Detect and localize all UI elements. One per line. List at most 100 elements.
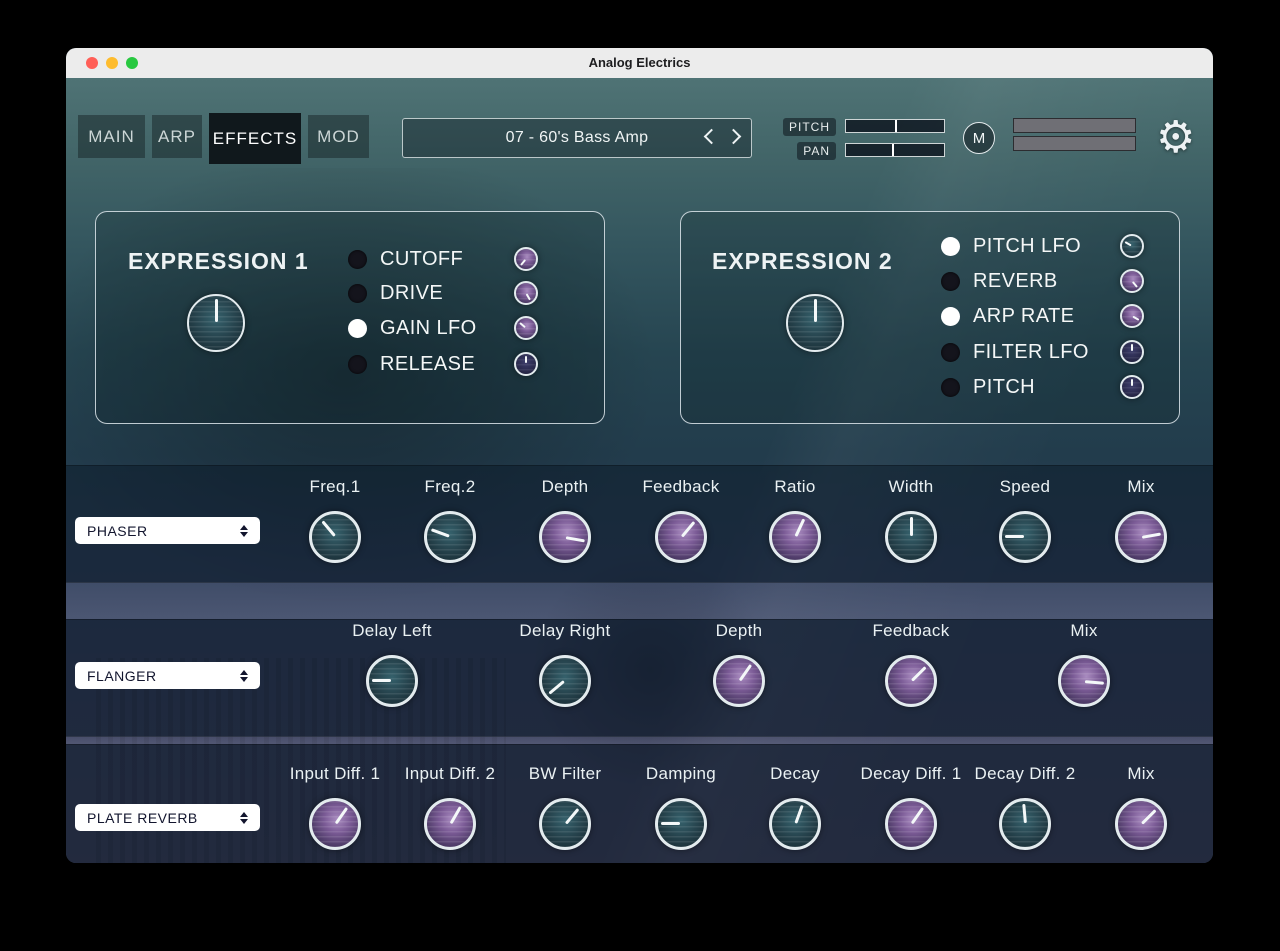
fx-knob[interactable] [885,511,937,563]
knob-pointer [512,314,540,342]
fx-knob-unit: Depth [510,476,620,563]
fx-knob[interactable] [885,798,937,850]
knob-pointer [766,795,825,854]
fx-knob-label: Freq.2 [424,477,476,496]
tab-main[interactable]: MAIN [78,115,145,158]
fx-knob-label: Ratio [774,477,816,496]
option-radio[interactable] [348,354,367,374]
fx-knob[interactable] [1058,655,1110,707]
fx-knob[interactable] [424,511,476,563]
fx-selector-label: FLANGER [87,667,157,684]
expression-2-macro-knob[interactable] [786,294,844,352]
fx-knob-unit: Feedback [626,476,736,563]
option-knob[interactable] [514,352,538,376]
fx-knob[interactable] [366,655,418,707]
fx-knob[interactable] [769,511,821,563]
knob-pointer [1059,656,1109,706]
knob-pointer [1118,302,1145,329]
option-knob[interactable] [514,281,538,305]
pitch-slider-marker [895,120,897,132]
fx-knob-unit: Input Diff. 2 [395,763,505,850]
option-label: FILTER LFO [973,340,1089,363]
tab-arp[interactable]: ARP [152,115,202,158]
knob-pointer [533,792,598,857]
expression-option-row: DRIVE [348,279,443,307]
main-nav: MAIN ARP EFFECTS MOD [78,113,369,164]
option-radio[interactable] [348,318,367,338]
fx-knob[interactable] [309,511,361,563]
pitch-slider[interactable] [845,119,945,133]
knob-pointer [1114,510,1167,563]
settings-gear-icon[interactable]: ⚙ [1156,116,1195,160]
dropdown-arrows-icon [240,812,248,824]
preset-next-icon[interactable] [725,128,742,145]
option-knob[interactable] [1120,234,1144,258]
knob-pointer [888,514,934,560]
tab-effects[interactable]: EFFECTS [209,113,301,164]
pan-slider[interactable] [845,143,945,157]
option-knob[interactable] [1120,269,1144,293]
fx-knob[interactable] [713,655,765,707]
pan-label-wrap: PAN [760,142,836,160]
window-title: Analog Electrics [588,55,691,70]
knob-pointer [879,792,943,856]
option-radio[interactable] [941,236,960,256]
fx-knob[interactable] [539,511,591,563]
fx-knob-label: Decay Diff. 2 [974,764,1076,783]
fx-knob-unit: Speed [970,476,1080,563]
expression-option-row: CUTOFF [348,245,463,273]
option-knob[interactable] [514,316,538,340]
fx-knob-label: Freq.1 [309,477,361,496]
fx-knob[interactable] [424,798,476,850]
expression-2-title: EXPRESSION 2 [712,248,893,274]
mono-button[interactable]: M [963,122,995,154]
expression-1-macro-knob[interactable] [187,294,245,352]
fx-knob-unit: Mix [1086,476,1196,563]
option-radio[interactable] [348,249,367,269]
expression-2-panel: EXPRESSION 2 PITCH LFO REVERB ARP RATE F… [680,211,1180,424]
option-knob[interactable] [1120,375,1144,399]
fx-knob[interactable] [885,655,937,707]
preset-prev-icon[interactable] [703,128,720,145]
fx-knob-unit: Damping [626,763,736,850]
knob-pointer [1118,267,1146,295]
fx-selector-phaser[interactable]: PHASER [75,517,260,544]
fx-knob[interactable] [999,511,1051,563]
fx-knob[interactable] [309,798,361,850]
fx-knob[interactable] [539,655,591,707]
expression-option-row: PITCH LFO [941,232,1081,260]
meter-bar-1 [1013,118,1136,133]
fx-knob[interactable] [1115,511,1167,563]
tab-mod[interactable]: MOD [308,115,369,158]
option-radio[interactable] [348,283,367,303]
fx-knob-unit: Decay Diff. 1 [856,763,966,850]
option-knob[interactable] [1120,340,1144,364]
fx-selector-flanger[interactable]: FLANGER [75,662,260,689]
fx-knob[interactable] [539,798,591,850]
fx-selector-plate-reverb[interactable]: PLATE REVERB [75,804,260,831]
fx-knob-unit: Input Diff. 1 [280,763,390,850]
fx-knob-label: BW Filter [528,764,602,783]
knob-pointer [419,793,482,856]
fx-knob[interactable] [655,798,707,850]
option-label: PITCH [973,375,1035,398]
fx-knob[interactable] [769,798,821,850]
fx-knob-unit: Delay Left [337,620,447,707]
knob-pointer [707,649,771,713]
option-knob[interactable] [514,247,538,271]
option-label: RELEASE [380,352,476,375]
knob-pointer [878,648,943,713]
fx-knob-unit: BW Filter [510,763,620,850]
pan-slider-marker [892,144,895,156]
knob-pointer [1118,232,1145,259]
expression-option-row: ARP RATE [941,302,1074,330]
fx-knob[interactable] [655,511,707,563]
option-radio[interactable] [941,306,960,326]
preset-display[interactable]: 07 - 60's Bass Amp [402,118,752,158]
fx-knob[interactable] [1115,798,1167,850]
option-knob[interactable] [1120,304,1144,328]
option-radio[interactable] [941,377,960,397]
fx-knob[interactable] [999,798,1051,850]
option-radio[interactable] [941,342,960,362]
option-radio[interactable] [941,271,960,291]
